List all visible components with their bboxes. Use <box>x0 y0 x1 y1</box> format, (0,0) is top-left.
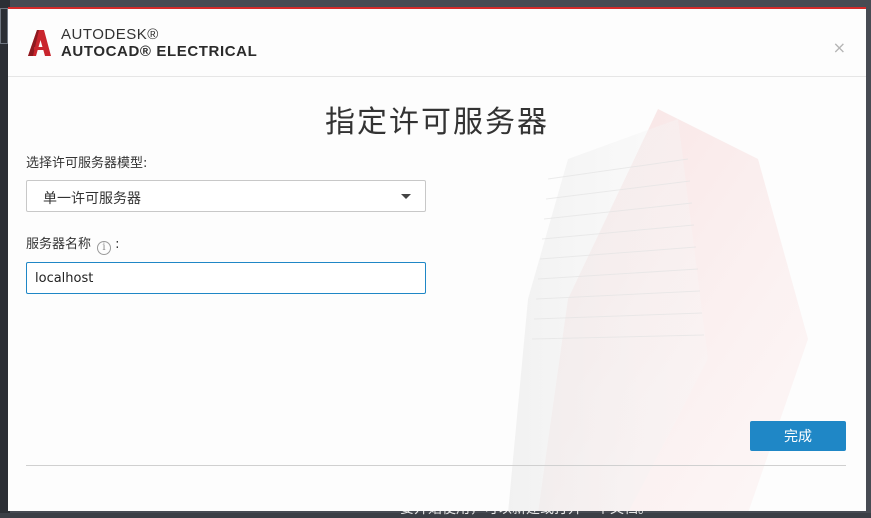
info-icon[interactable]: i <box>97 241 112 255</box>
chevron-down-icon <box>401 194 411 199</box>
autocad-logo-icon <box>28 30 51 56</box>
footer-divider <box>26 465 846 466</box>
model-label: 选择许可服务器模型: <box>26 156 148 171</box>
server-name-label-row: 服务器名称 i : <box>26 233 120 255</box>
server-name-label: 服务器名称 <box>26 237 92 252</box>
brand-product: AUTOCAD® ELECTRICAL <box>61 43 258 60</box>
license-model-select[interactable]: 单一许可服务器 <box>26 180 426 212</box>
close-icon[interactable]: × <box>833 40 846 56</box>
finish-button[interactable]: 完成 <box>750 421 846 451</box>
background-window-control <box>0 8 8 44</box>
license-model-value: 单一许可服务器 <box>43 191 141 207</box>
license-server-dialog: AUTODESK® AUTOCAD® ELECTRICAL × 指定许可服务器 … <box>8 7 866 511</box>
server-name-input[interactable] <box>26 262 426 294</box>
page-title: 指定许可服务器 <box>325 105 549 140</box>
dialog-header: AUTODESK® AUTOCAD® ELECTRICAL × <box>8 9 866 77</box>
brand-company: AUTODESK® <box>61 26 159 43</box>
server-name-colon: : <box>115 237 120 252</box>
